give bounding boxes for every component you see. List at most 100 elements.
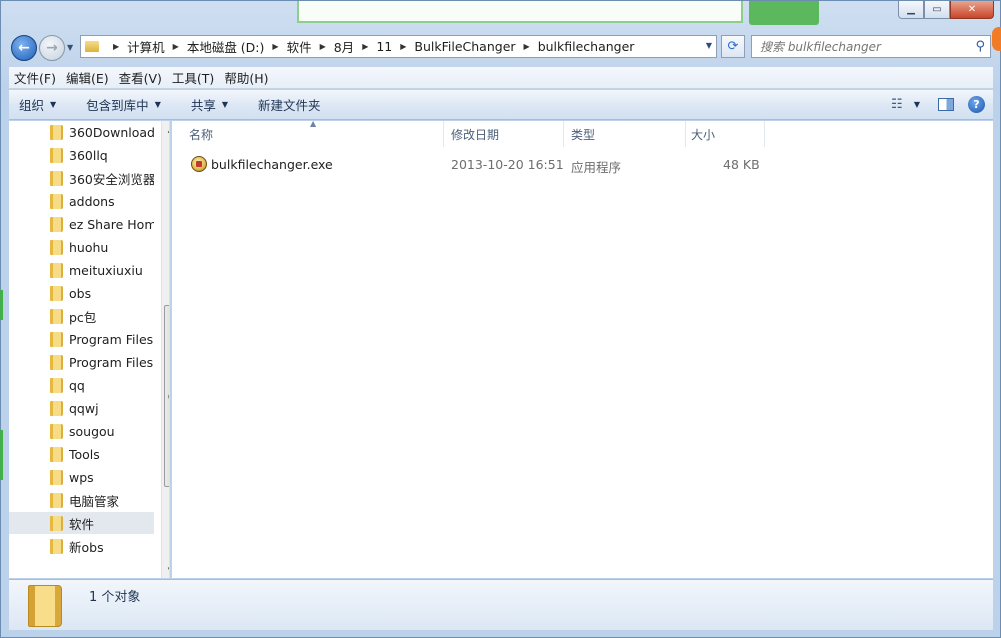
breadcrumb-11[interactable]: 11 xyxy=(376,39,392,54)
share-label: 共享 xyxy=(190,98,216,113)
item-count: 1 个对象 xyxy=(89,590,141,605)
tree-item-360-browser[interactable]: 360安全浏览器 xyxy=(9,167,154,189)
column-header-size[interactable]: 大小 xyxy=(686,121,765,147)
tree-item-meituxiuxiu[interactable]: meituxiuxiu xyxy=(9,259,154,281)
file-type: 应用程序 xyxy=(571,160,622,175)
recent-pages-dropdown[interactable]: ▼ xyxy=(67,43,73,52)
chevron-right-icon[interactable]: ▶ xyxy=(173,42,179,51)
tree-item-sougou[interactable]: sougou xyxy=(9,420,154,442)
tree-item-pc-manager[interactable]: 电脑管家 xyxy=(9,489,154,511)
column-name-label: 名称 xyxy=(189,127,214,142)
navpane-scrollbar[interactable]: ▲ ≡ ▼ xyxy=(161,121,169,578)
folder-icon xyxy=(50,378,63,393)
tree-item-360downloads[interactable]: 360Downloads xyxy=(9,121,154,143)
folder-icon xyxy=(50,286,63,301)
file-name: bulkfilechanger.exe xyxy=(211,157,333,172)
tree-item-program-files-2[interactable]: Program Files xyxy=(9,351,154,373)
address-dropdown-icon[interactable]: ▼ xyxy=(706,41,712,50)
folder-icon xyxy=(50,148,63,163)
tree-item-new-obs[interactable]: 新obs xyxy=(9,535,154,557)
organize-label: 组织 xyxy=(19,98,45,113)
table-row[interactable]: bulkfilechanger.exe 2013-10-20 16:51 应用程… xyxy=(180,151,765,177)
details-pane: 1 个对象 xyxy=(9,579,993,630)
tree-item-addons[interactable]: addons xyxy=(9,190,154,212)
scroll-down-icon[interactable]: ▼ xyxy=(162,561,169,578)
application-icon xyxy=(191,156,207,172)
folder-icon xyxy=(50,217,63,232)
breadcrumb-software[interactable]: 软件 xyxy=(287,37,312,56)
include-in-library-label: 包含到库中 xyxy=(86,98,149,113)
forward-button[interactable]: → xyxy=(39,35,65,61)
background-app-edge xyxy=(992,27,1001,51)
menu-view[interactable]: 查看(V) xyxy=(114,68,167,87)
menu-file[interactable]: 文件(F) xyxy=(9,68,61,87)
chevron-right-icon[interactable]: ▶ xyxy=(320,42,326,51)
chevron-right-icon[interactable]: ▶ xyxy=(362,42,368,51)
maximize-button[interactable]: ▭ xyxy=(924,1,950,19)
menu-help[interactable]: 帮助(H) xyxy=(219,68,273,87)
breadcrumb-bulkfilechanger[interactable]: bulkfilechanger xyxy=(538,39,635,54)
folder-icon xyxy=(28,585,62,627)
tree-item-tools[interactable]: Tools xyxy=(9,443,154,465)
tree-item-ez-share-home[interactable]: ez Share Home xyxy=(9,213,154,235)
minimize-button[interactable]: ▁ xyxy=(898,1,924,19)
column-header-modified[interactable]: 修改日期 xyxy=(444,121,564,147)
search-icon[interactable]: ⚲ xyxy=(975,39,985,54)
tree-item-qq[interactable]: qq xyxy=(9,374,154,396)
address-bar[interactable]: ▶ 计算机 ▶ 本地磁盘 (D:) ▶ 软件 ▶ 8月 ▶ 11 ▶ BulkF… xyxy=(80,35,717,58)
change-view-icon[interactable]: ☷ xyxy=(886,94,908,114)
tree-item-label: 新obs xyxy=(69,539,104,555)
tree-item-wps[interactable]: wps xyxy=(9,466,154,488)
view-dropdown-icon[interactable]: ▼ xyxy=(914,100,920,109)
tree-item-360llq[interactable]: 360llq xyxy=(9,144,154,166)
new-folder-button[interactable]: 新建文件夹 xyxy=(249,95,330,114)
back-button[interactable]: ← xyxy=(11,35,37,61)
menu-edit[interactable]: 编辑(E) xyxy=(61,68,114,87)
chevron-right-icon[interactable]: ▶ xyxy=(400,42,406,51)
tree-item-label: huohu xyxy=(69,239,109,255)
tree-item-label: ez Share Home xyxy=(69,216,154,232)
folder-icon xyxy=(85,41,99,52)
column-header-name[interactable]: 名称 ▲ xyxy=(172,119,444,147)
folder-icon xyxy=(50,309,63,324)
breadcrumb-august[interactable]: 8月 xyxy=(334,37,354,56)
breadcrumb-drive[interactable]: 本地磁盘 (D:) xyxy=(187,37,265,56)
folder-icon xyxy=(50,424,63,439)
tree-item-label: qqwj xyxy=(69,400,99,416)
column-header-type[interactable]: 类型 xyxy=(564,121,686,147)
tree-item-label: meituxiuxiu xyxy=(69,262,143,278)
tree-item-qqwj[interactable]: qqwj xyxy=(9,397,154,419)
tree-item-software[interactable]: 软件 xyxy=(9,512,154,534)
folder-icon xyxy=(50,401,63,416)
tree-item-label: wps xyxy=(69,469,94,485)
help-icon[interactable]: ? xyxy=(968,95,985,113)
include-in-library-button[interactable]: 包含到库中 ▼ xyxy=(77,95,170,114)
column-size-label: 大小 xyxy=(691,127,716,142)
share-button[interactable]: 共享 ▼ xyxy=(182,95,237,114)
scrollbar-thumb[interactable]: ≡ xyxy=(164,305,169,487)
breadcrumb-computer[interactable]: 计算机 xyxy=(127,37,165,56)
back-arrow-icon: ← xyxy=(18,40,30,56)
preview-pane-icon[interactable] xyxy=(938,97,954,111)
close-button[interactable]: ✕ xyxy=(950,1,994,19)
file-list: 名称 ▲ 修改日期 类型 大小 bulkfilechanger.exe 2013… xyxy=(172,119,993,578)
tree-item-pc-bao[interactable]: pc包 xyxy=(9,305,154,327)
scroll-up-icon[interactable]: ▲ xyxy=(162,121,169,138)
search-box[interactable]: ⚲ xyxy=(751,35,991,58)
tree-item-huohu[interactable]: huohu xyxy=(9,236,154,258)
menu-tools[interactable]: 工具(T) xyxy=(167,68,219,87)
chevron-down-icon: ▼ xyxy=(221,100,229,109)
tree-item-program-files[interactable]: Program Files xyxy=(9,328,154,350)
caption-buttons: ▁ ▭ ✕ xyxy=(898,1,994,19)
organize-button[interactable]: 组织 ▼ xyxy=(9,95,65,114)
chevron-right-icon[interactable]: ▶ xyxy=(524,42,530,51)
tree-item-obs[interactable]: obs xyxy=(9,282,154,304)
tree-item-label: pc包 xyxy=(69,309,97,325)
tree-item-label: Program Files xyxy=(69,331,154,347)
menu-bar: 文件(F) 编辑(E) 查看(V) 工具(T) 帮助(H) xyxy=(9,67,993,89)
breadcrumb-bulkfilechanger-parent[interactable]: BulkFileChanger xyxy=(414,39,515,54)
refresh-button[interactable]: ⟳ xyxy=(721,35,745,58)
chevron-right-icon[interactable]: ▶ xyxy=(272,42,278,51)
chevron-right-icon[interactable]: ▶ xyxy=(113,42,119,51)
search-input[interactable] xyxy=(760,39,960,54)
